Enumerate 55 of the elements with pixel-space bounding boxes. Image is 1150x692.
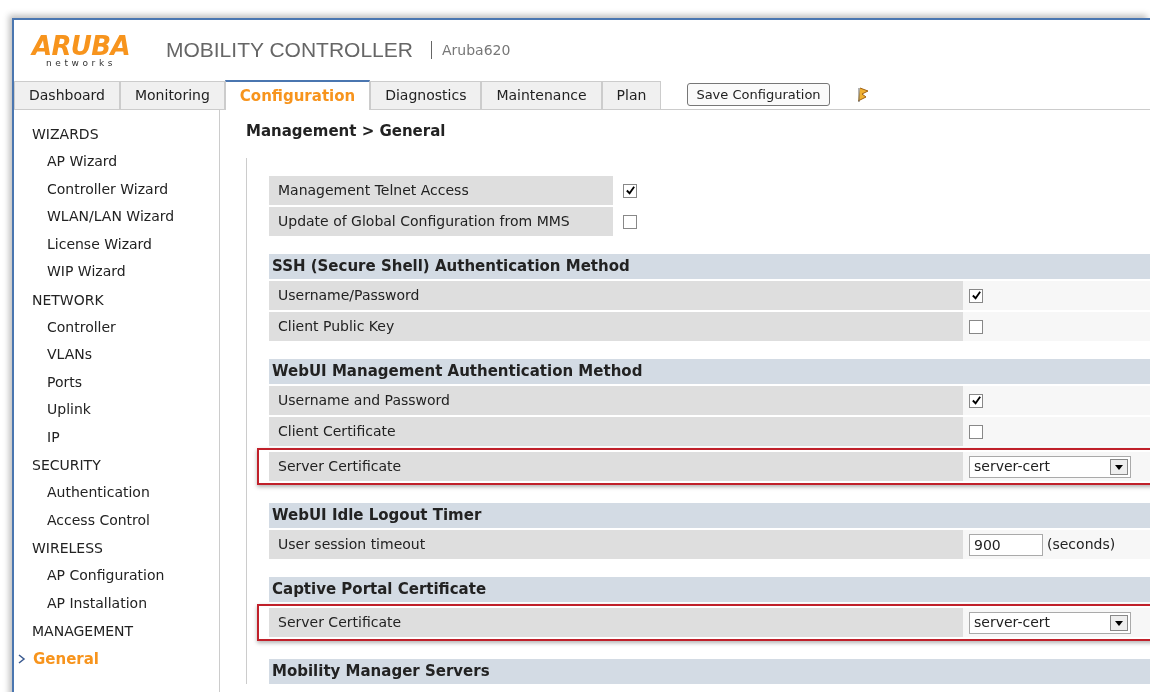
sidebar-item[interactable]: Access Control	[32, 509, 150, 531]
checkbox[interactable]	[969, 393, 983, 408]
nav-tab[interactable]: Monitoring	[119, 81, 225, 109]
sidebar-item[interactable]: Controller Wizard	[32, 178, 169, 200]
section-header: Mobility Manager Servers	[269, 659, 1150, 684]
checkbox[interactable]	[623, 214, 637, 229]
section-header: WebUI Management Authentication Method	[269, 359, 1150, 384]
checkbox[interactable]	[969, 319, 983, 334]
nav-tab[interactable]: Plan	[601, 81, 662, 109]
setting-label: Update of Global Configuration from MMS	[269, 207, 613, 236]
sidebar-item[interactable]: Uplink	[32, 399, 91, 421]
checkbox[interactable]	[969, 424, 983, 439]
nav-tab[interactable]: Maintenance	[481, 81, 602, 109]
checkbox[interactable]	[623, 183, 637, 198]
unit-label: (seconds)	[1047, 535, 1116, 554]
device-name: Aruba620	[441, 40, 511, 60]
nav-tab[interactable]: Diagnostics	[370, 81, 482, 109]
sidebar-heading: SECURITY	[32, 456, 102, 475]
setting-label: Server Certificate	[269, 608, 963, 637]
section-header: Captive Portal Certificate	[269, 577, 1150, 602]
sidebar-heading: NETWORK	[32, 290, 105, 310]
certificate-dropdown[interactable]: server-cert	[969, 455, 1131, 478]
setting-label: Client Public Key	[269, 312, 963, 341]
certificate-dropdown[interactable]: server-cert	[969, 611, 1131, 634]
setting-label: Management Telnet Access	[269, 176, 613, 205]
sidebar-item[interactable]: IP	[32, 426, 60, 448]
sidebar-item[interactable]: VLANs	[32, 344, 93, 366]
sidebar-item[interactable]: AP Installation	[32, 592, 147, 614]
setting-label: User session timeout	[269, 530, 963, 559]
save-configuration-button[interactable]: Save Configuration	[687, 83, 830, 106]
sidebar-item[interactable]: AP Configuration	[32, 565, 165, 587]
setting-label: Client Certificate	[269, 417, 963, 446]
sidebar-heading: WIRELESS	[32, 539, 104, 558]
sidebar-item[interactable]: WIP Wizard	[32, 261, 126, 283]
sidebar-item[interactable]: AP Wizard	[32, 151, 118, 173]
setting-label: Username/Password	[269, 281, 963, 310]
sidebar-item[interactable]: License Wizard	[32, 233, 152, 255]
sidebar-item[interactable]: Ports	[32, 371, 83, 393]
timeout-input[interactable]: 900	[969, 533, 1043, 556]
sidebar-heading: WIZARDS	[32, 125, 100, 144]
sidebar-item[interactable]: WLAN/LAN Wizard	[32, 206, 175, 228]
section-header: WebUI Idle Logout Timer	[269, 503, 1150, 528]
flag-icon[interactable]	[855, 87, 870, 103]
logo: ARUBA networks	[32, 32, 130, 68]
nav-tab[interactable]: Dashboard	[14, 81, 120, 109]
setting-label: Server Certificate	[269, 452, 963, 481]
checkbox[interactable]	[969, 288, 983, 303]
sidebar-item[interactable]: Authentication	[32, 482, 150, 504]
product-title: MOBILITY CONTROLLER	[165, 37, 413, 64]
page-title: Management > General	[246, 121, 447, 142]
setting-label: Username and Password	[269, 386, 963, 415]
section-header: SSH (Secure Shell) Authentication Method	[269, 254, 1150, 279]
sidebar-heading: MANAGEMENT	[32, 622, 135, 641]
sidebar-item[interactable]: Controller	[32, 316, 116, 338]
chevron-right-icon	[18, 653, 26, 664]
